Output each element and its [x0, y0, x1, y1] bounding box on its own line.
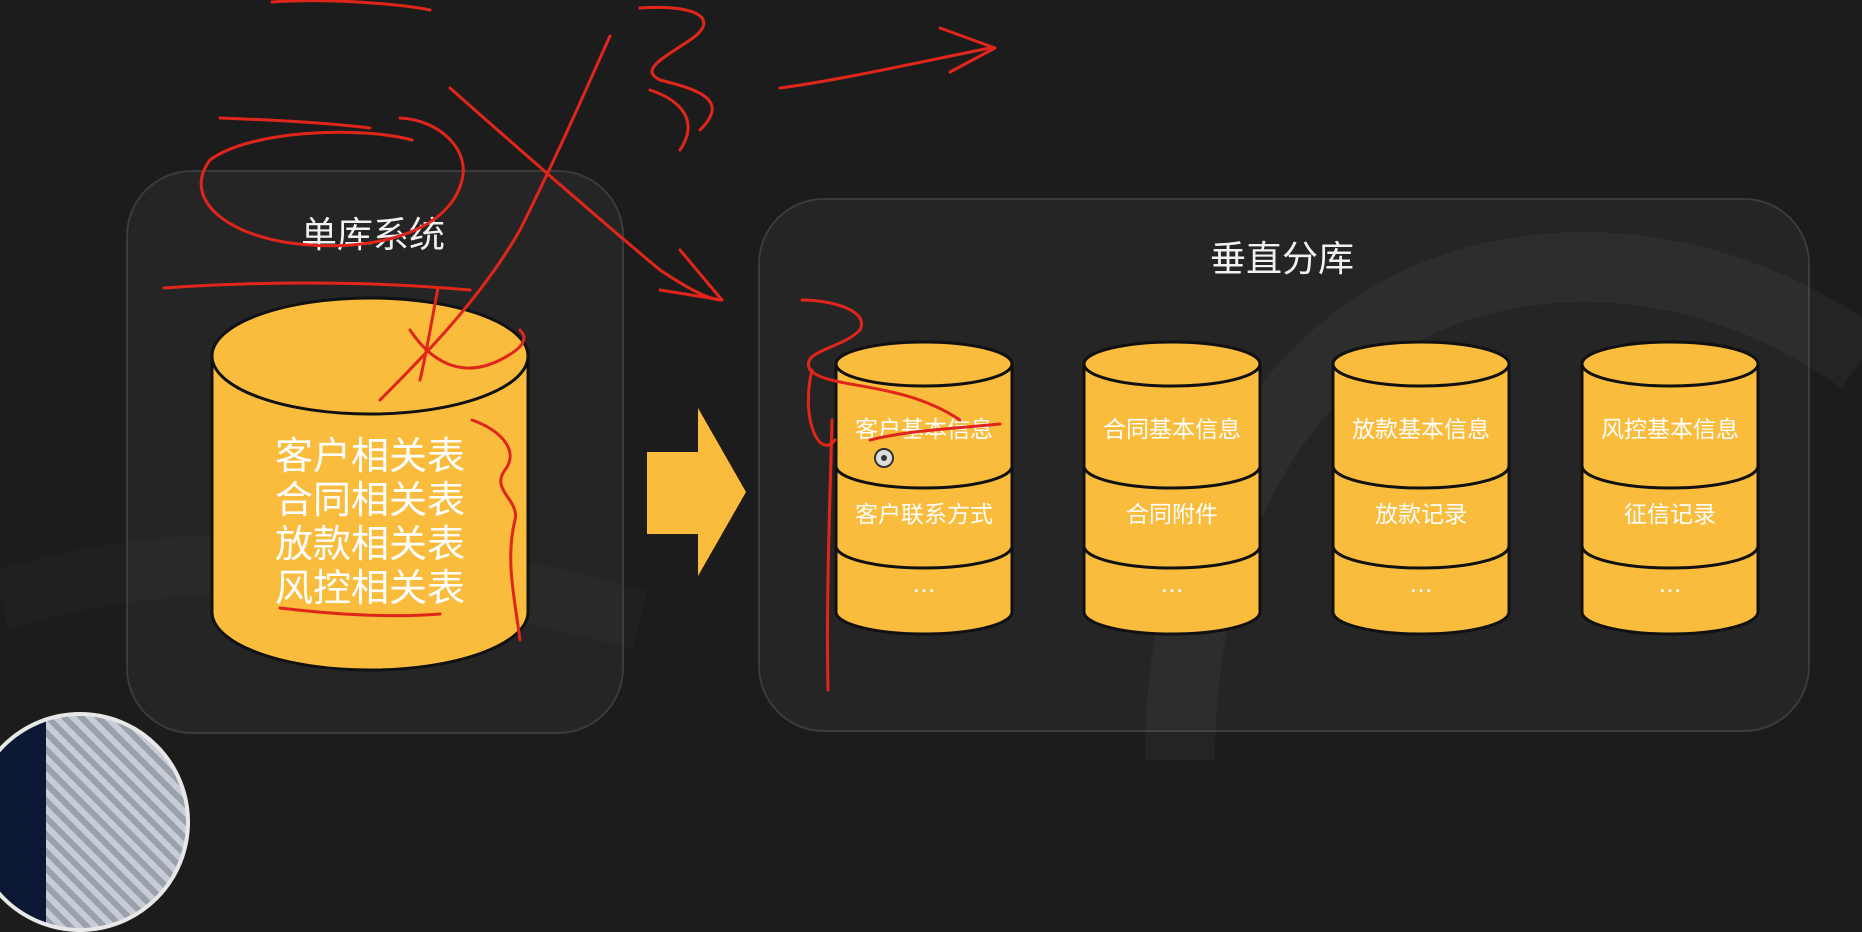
- shard-risk-row-3: …: [1658, 572, 1682, 598]
- shard-contract-row-3: …: [1160, 572, 1184, 598]
- shard-customer-row-2: 客户联系方式: [855, 502, 993, 528]
- shard-contract-row-2: 合同附件: [1126, 502, 1218, 528]
- shard-risk-row-1: 风控基本信息: [1601, 417, 1739, 443]
- shard-customer-row-3: …: [912, 572, 936, 598]
- shard-customer-row-1: 客户基本信息: [855, 417, 993, 443]
- avatar-overlay: [0, 716, 186, 928]
- shard-loan-row-3: …: [1409, 572, 1433, 598]
- pen-cursor-icon: [874, 448, 894, 468]
- sharded-database-cylinders: [834, 340, 1760, 636]
- shard-loan-row-1: 放款基本信息: [1352, 417, 1490, 443]
- shard-loan-row-2: 放款记录: [1375, 502, 1467, 528]
- slide-canvas: 单库系统 客户相关表 合同相关表 放款相关表 风控相关表 垂直分库 客户基本信息…: [0, 0, 1862, 932]
- shard-risk-row-2: 征信记录: [1624, 502, 1716, 528]
- shard-contract-row-1: 合同基本信息: [1103, 417, 1241, 443]
